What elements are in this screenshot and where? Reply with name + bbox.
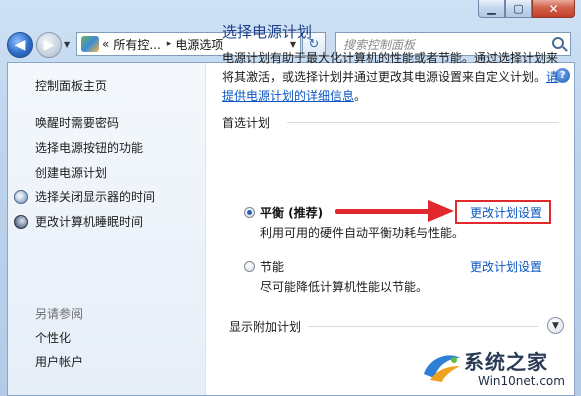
annotation-arrow <box>335 209 435 214</box>
breadcrumb-current[interactable]: 电源选项 <box>175 36 223 53</box>
plan-power-saver-radio[interactable] <box>244 261 255 272</box>
right-arrow-icon: ▶ <box>43 37 55 53</box>
sidebar-item-create-plan[interactable]: 创建电源计划 <box>35 164 107 181</box>
forward-button[interactable]: ▶ <box>36 32 62 58</box>
section-divider <box>287 122 559 123</box>
sidebar-item-label: 选择关闭显示器的时间 <box>35 190 156 204</box>
intro-text: 电源计划有助于最大化计算机的性能或者节能。通过选择计划来将其激活，或选择计划并通… <box>222 49 560 106</box>
minimize-button[interactable]: ▁ <box>478 0 505 18</box>
sidebar-item-sleep-time[interactable]: 更改计算机睡眠时间 <box>14 213 143 230</box>
sidebar-item-label: 更改计算机睡眠时间 <box>35 215 144 229</box>
monitor-clock-icon <box>14 189 28 204</box>
sidebar-item-power-button[interactable]: 选择电源按钮的功能 <box>35 139 143 156</box>
sidebar-item-display-off[interactable]: 选择关闭显示器的时间 <box>14 188 155 205</box>
annotation-arrow-head <box>428 200 454 222</box>
plan-balanced-radio[interactable] <box>244 207 255 218</box>
breadcrumb-root[interactable]: 所有控... <box>113 36 160 53</box>
intro-end: 。 <box>354 89 367 103</box>
search-icon[interactable] <box>552 37 564 49</box>
sidebar: 控制面板主页 唤醒时需要密码 选择电源按钮的功能 创建电源计划 选择关闭显示器的… <box>8 63 206 395</box>
left-arrow-icon: ◀ <box>14 37 26 53</box>
window-frame: ▁ ▢ ✕ ◀ ▶ ▼ « 所有控... ▸ 电源选项 ▼ ↻ 搜索控制面板 控… <box>0 0 581 396</box>
plan-power-saver-description: 尽可能降低计算机性能以节能。 <box>260 280 429 294</box>
maximize-button[interactable]: ▢ <box>505 0 532 18</box>
intro-body: 电源计划有助于最大化计算机的性能或者节能。通过选择计划来将其激活，或选择计划并通… <box>222 51 559 84</box>
page-title: 选择电源计划 <box>222 23 313 41</box>
watermark-logo-icon <box>424 355 460 382</box>
sidebar-item-user-accounts[interactable]: 用户帐户 <box>35 353 83 370</box>
control-panel-icon <box>81 36 99 52</box>
plan-balanced-description: 利用可用的硬件自动平衡功耗与性能。 <box>260 226 465 240</box>
sidebar-item-wake-password[interactable]: 唤醒时需要密码 <box>35 114 119 131</box>
additional-plans-divider <box>308 326 538 327</box>
help-icon: ? <box>559 70 566 81</box>
sidebar-item-personalization[interactable]: 个性化 <box>35 329 71 346</box>
plan-power-saver-name[interactable]: 节能 <box>260 258 284 275</box>
annotation-highlight-box <box>455 200 551 224</box>
sidebar-item-home[interactable]: 控制面板主页 <box>35 77 107 94</box>
watermark: 系统之家 Win10net.com <box>420 344 578 392</box>
breadcrumb-overflow[interactable]: « <box>102 37 109 51</box>
see-also-heading: 另请参阅 <box>35 307 84 321</box>
plan-power-saver-change-settings-link[interactable]: 更改计划设置 <box>470 258 542 275</box>
recent-pages-dropdown[interactable]: ▼ <box>64 40 70 49</box>
breadcrumb-separator[interactable]: ▸ <box>167 39 172 49</box>
plan-balanced-name[interactable]: 平衡 (推荐) <box>260 204 323 221</box>
close-button[interactable]: ✕ <box>532 0 575 18</box>
back-button[interactable]: ◀ <box>7 32 33 58</box>
preferred-plans-heading: 首选计划 <box>222 116 271 130</box>
moon-icon <box>14 214 28 229</box>
expand-chevron-icon[interactable]: ▼ <box>547 317 564 334</box>
watermark-title: 系统之家 <box>464 350 548 374</box>
show-additional-plans-label[interactable]: 显示附加计划 <box>229 318 301 335</box>
watermark-url: Win10net.com <box>478 374 565 388</box>
caption-buttons: ▁ ▢ ✕ <box>478 0 575 18</box>
